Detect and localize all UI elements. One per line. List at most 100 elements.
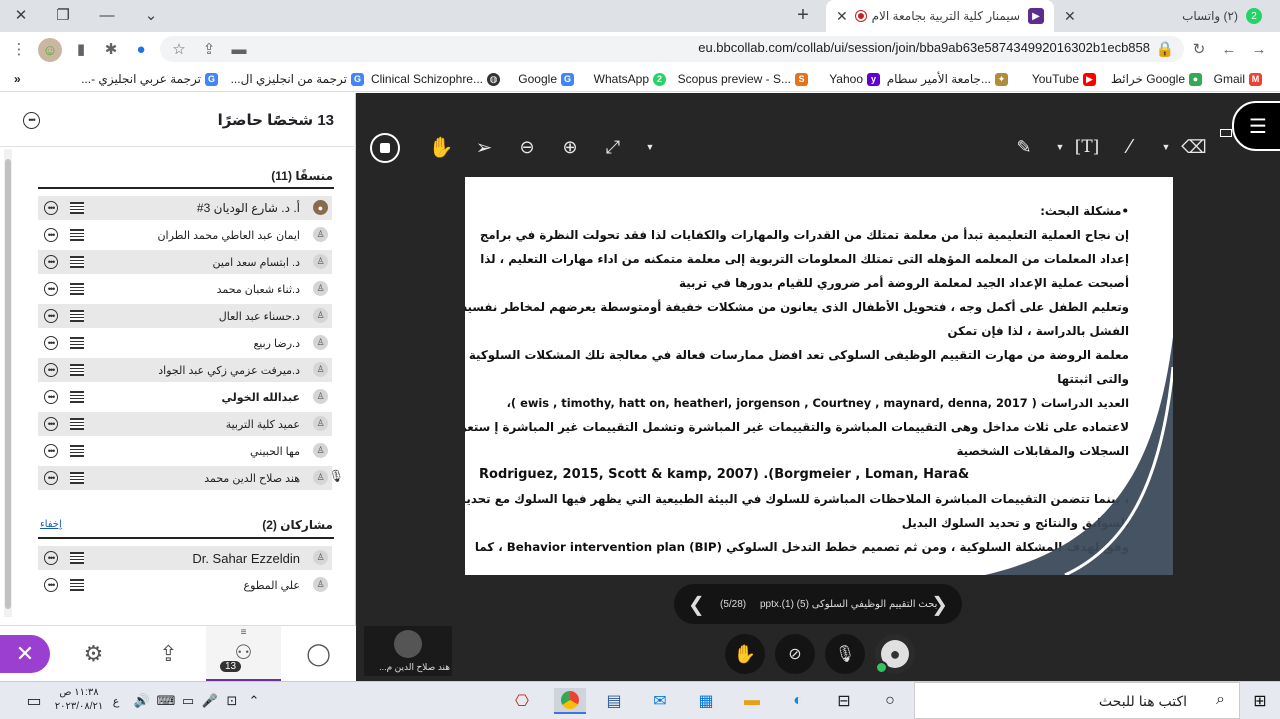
zoom-chevron-down-icon[interactable]: ▼ <box>636 133 664 161</box>
new-tab-icon[interactable]: + <box>790 4 816 26</box>
microsoft-store-icon[interactable]: ▦ <box>692 688 720 714</box>
attendee-row[interactable]: ••• د.ميرفت عزمي زكي عبد الجواد ♙ <box>38 358 332 382</box>
attendee-row[interactable]: ••• عميد كلية التربية ♙ <box>38 412 332 436</box>
clock[interactable]: ١١:٣٨ ص ٢٠٢٣/٠٨/٢١ <box>54 686 104 714</box>
bookmark-yahoo[interactable]: Yahoo y <box>829 71 884 87</box>
attendee-row[interactable]: ••• مها الحبيني ♙ <box>38 439 332 463</box>
windows-start-icon[interactable]: ⊞ <box>1246 688 1274 714</box>
acrobat-app-icon[interactable]: ⎔ <box>508 688 536 714</box>
eraser-tool-icon[interactable]: ⌫ <box>1180 133 1208 161</box>
attendee-options-icon[interactable]: ••• <box>44 417 58 431</box>
extension-globe-icon[interactable]: ● <box>130 38 152 60</box>
attendee-options-icon[interactable]: ••• <box>44 309 58 323</box>
language-indicator[interactable]: ع <box>102 688 130 714</box>
session-menu-icon[interactable]: ☰ <box>1232 101 1280 151</box>
tab-whatsapp[interactable]: 2 (٢) واتساب ✕ <box>1054 0 1272 32</box>
more-options-icon[interactable]: ••• <box>23 112 40 129</box>
raise-hand-icon[interactable]: ✋ <box>725 634 765 674</box>
attendee-row[interactable]: ••• ايمان عبد العاطي محمد الطران ♙ <box>38 223 332 247</box>
bookmark-clinical[interactable]: Clinical Schizophre... ◍ <box>371 71 504 87</box>
cortana-icon[interactable]: ○ <box>876 688 904 714</box>
attendee-row[interactable]: ••• هند صلاح الدين محمد ♙ 🎙 <box>38 466 344 490</box>
bookmark-university[interactable]: جامعة الأمير سطام... ✦ <box>887 71 1012 87</box>
back-icon[interactable]: ← <box>1218 38 1240 60</box>
captions-icon[interactable] <box>1220 129 1232 137</box>
previous-slide-icon[interactable]: ❮ <box>688 592 705 617</box>
attendee-options-icon[interactable]: ••• <box>44 282 58 296</box>
participant-row[interactable]: ••• علي المطوع ♙ <box>38 573 332 597</box>
cast-icon[interactable]: ▬ <box>228 38 250 60</box>
attendee-options-icon[interactable]: ••• <box>44 578 58 592</box>
next-slide-icon[interactable]: ❯ <box>931 592 948 617</box>
pointer-icon[interactable]: ➢ <box>470 133 498 161</box>
attendee-options-icon[interactable]: ••• <box>44 255 58 269</box>
share-content-icon[interactable]: ⇪ <box>131 626 206 682</box>
edge-app-icon[interactable]: ◐ <box>784 688 812 714</box>
text-tool-icon[interactable]: [T] <box>1073 133 1101 161</box>
bookmark-whatsapp[interactable]: WhatsApp 2 <box>594 71 670 87</box>
url-text[interactable]: eu.bbcollab.com/collab/ui/session/join/b… <box>698 40 1150 55</box>
pencil-icon[interactable]: ✎ <box>1010 133 1038 161</box>
chrome-app-icon[interactable] <box>554 688 586 714</box>
reload-icon[interactable]: ↻ <box>1188 38 1210 60</box>
pencil-chevron-down-icon[interactable]: ▼ <box>1046 133 1074 161</box>
participant-row[interactable]: ••• Dr. Sahar Ezzeldin ♙ <box>38 546 332 570</box>
side-panel-icon[interactable]: ▮ <box>70 38 92 60</box>
close-window-icon[interactable]: ✕ <box>8 4 34 26</box>
bookmark-translate-2[interactable]: G ترجمة عربي انجليزي -... <box>81 71 222 87</box>
microphone-off-icon[interactable]: 🎙 <box>825 634 865 674</box>
forward-icon[interactable]: → <box>1248 38 1270 60</box>
line-tool-icon[interactable]: ⁄ <box>1116 133 1144 161</box>
attendees-icon[interactable]: ≡ ⚇ 13 <box>206 626 281 682</box>
share-icon[interactable]: ⇪ <box>198 38 220 60</box>
chat-bubble-icon[interactable]: ◯ <box>281 626 356 682</box>
attendee-row[interactable]: ••• د.ثناء شعبان محمد ♙ <box>38 277 332 301</box>
my-status-avatar[interactable]: ● <box>875 634 915 674</box>
attendee-options-icon[interactable]: ••• <box>44 390 58 404</box>
line-chevron-down-icon[interactable]: ▼ <box>1152 133 1180 161</box>
bookmark-youtube[interactable]: YouTube ▶ <box>1032 71 1100 87</box>
attendee-row[interactable]: ••• د. ابتسام سعد امين ♙ <box>38 250 332 274</box>
attendee-options-icon[interactable]: ••• <box>44 201 58 215</box>
attendee-options-icon[interactable]: ••• <box>44 336 58 350</box>
minimize-window-icon[interactable]: — <box>94 4 120 26</box>
extensions-icon[interactable]: ✱ <box>100 38 122 60</box>
attendee-options-icon[interactable]: ••• <box>44 363 58 377</box>
stop-sharing-icon[interactable] <box>370 133 400 163</box>
task-view-icon[interactable]: ⊟ <box>830 688 858 714</box>
close-tab-icon[interactable]: ✕ <box>836 8 848 25</box>
close-panel-icon[interactable]: ✕ <box>0 635 50 673</box>
bookmark-gmail[interactable]: Gmail M <box>1214 71 1266 87</box>
close-tab-icon[interactable]: ✕ <box>1064 8 1076 25</box>
profile-avatar-icon[interactable]: ☺ <box>38 38 62 62</box>
bookmark-google[interactable]: Google G <box>518 71 578 87</box>
settings-gear-icon[interactable]: ⚙ <box>56 626 131 682</box>
attendee-row[interactable]: ••• عبدالله الخولي ♙ <box>38 385 332 409</box>
bookmark-translate-1[interactable]: G ترجمة من انجليزي ال... <box>231 71 368 87</box>
shared-slide[interactable]: •مشكلة البحث: إن نجاح العملية التعليمية ت… <box>465 177 1173 575</box>
pan-hand-icon[interactable]: ✋ <box>427 133 455 161</box>
tab-search-chevron-icon[interactable]: ⌄ <box>138 4 164 26</box>
attendee-options-icon[interactable]: ••• <box>44 471 58 485</box>
menu-kebab-icon[interactable]: ⋮ <box>8 38 30 60</box>
camera-off-icon[interactable]: ⊘ <box>775 634 815 674</box>
zoom-in-icon[interactable]: ⊕ <box>556 133 584 161</box>
attendee-options-icon[interactable]: ••• <box>44 444 58 458</box>
bookmark-maps[interactable]: خرائط Google ● <box>1111 71 1206 87</box>
more-bookmarks-icon[interactable]: » <box>14 71 21 87</box>
mail-app-icon[interactable]: ✉ <box>646 688 674 714</box>
store-app-icon[interactable]: ▤ <box>600 688 628 714</box>
attendee-row[interactable]: ••• د.حسناء عبد العال ♙ <box>38 304 332 328</box>
bookmark-star-icon[interactable]: ☆ <box>168 38 190 60</box>
fit-page-icon[interactable]: ⤢ <box>599 133 627 161</box>
attendee-row[interactable]: ••• أ. د. شارع الوديان 3# ● <box>38 196 332 220</box>
taskbar-search-box[interactable]: اكتب هنا للبحث ⌕ <box>914 682 1240 719</box>
file-explorer-icon[interactable]: ▬ <box>738 688 766 714</box>
notifications-icon[interactable]: ▭ <box>20 688 48 714</box>
bookmark-scopus[interactable]: Scopus preview - S... S <box>678 71 812 87</box>
scrollbar-thumb[interactable] <box>5 159 11 609</box>
restore-window-icon[interactable]: ❐ <box>50 4 76 26</box>
tab-collab-session[interactable]: ▶ سيمنار كلية التربية بجامعة الام ✕ <box>826 0 1054 32</box>
attendee-row[interactable]: ••• د.رضا ربيع ♙ <box>38 331 332 355</box>
show-hidden-icons-icon[interactable]: ⌃ <box>240 688 268 714</box>
